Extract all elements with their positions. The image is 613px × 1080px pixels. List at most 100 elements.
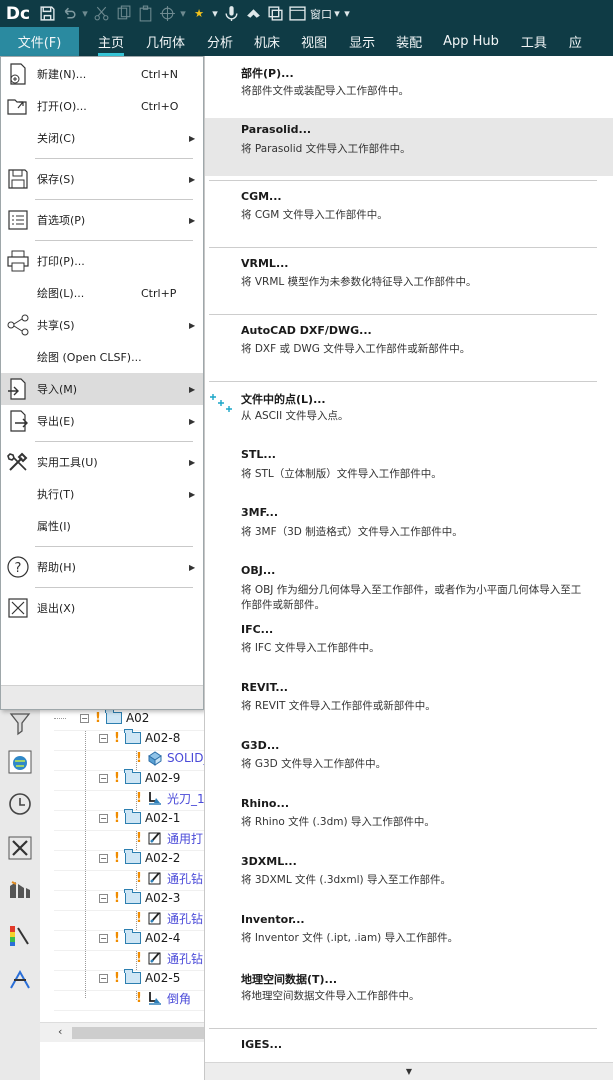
tab-assembly[interactable]: 装配 <box>396 27 422 56</box>
chevron-down-icon[interactable]: ▾ <box>80 0 90 27</box>
import-item-3dxml[interactable]: 3DXML... 将 3DXML 文件 (.3dxml) 导入至工作部件。 <box>205 851 613 907</box>
import-item-ifc[interactable]: IFC... 将 IFC 文件导入工作部件中。 <box>205 619 613 675</box>
tree-node-group[interactable]: − ! A02-9 <box>99 768 180 788</box>
tab-application[interactable]: 应 <box>569 27 582 56</box>
menu-item-plot[interactable]: 绘图(L)... Ctrl+P <box>1 277 203 309</box>
import-item-geospatial[interactable]: 地理空间数据(T)... 将地理空间数据文件导入工作部件中。 <box>205 967 613 1027</box>
menu-item-plot-clsf[interactable]: 绘图 (Open CLSF)... <box>1 341 203 373</box>
collapse-toggle[interactable]: − <box>99 853 108 863</box>
menu-item-import[interactable]: 导入(M) ▶ <box>1 373 203 405</box>
operation-navigator-icon[interactable] <box>6 876 34 904</box>
tree-node-group[interactable]: − ! A02-1 <box>99 808 180 828</box>
folder-icon <box>124 929 141 944</box>
tree-node-group[interactable]: − ! A02-4 <box>99 928 180 948</box>
menu-item-properties[interactable]: 属性(I) <box>1 510 203 542</box>
tree-node-group[interactable]: − ! A02-5 <box>99 968 180 988</box>
snap-icon[interactable] <box>156 0 178 27</box>
chevron-down-icon[interactable]: ▾ <box>332 0 342 27</box>
copy-icon[interactable] <box>112 0 134 27</box>
tree-node-operation[interactable]: ! 通孔钻 <box>136 868 203 888</box>
menu-item-save[interactable]: 保存(S) ▶ <box>1 163 203 195</box>
filter-icon[interactable] <box>6 710 34 738</box>
import-item-desc: 将 REVIT 文件导入工作部件或新部件中。 <box>241 700 436 712</box>
save-icon[interactable] <box>36 0 58 27</box>
tab-display[interactable]: 显示 <box>349 27 375 56</box>
import-item-stl[interactable]: STL... 将 STL（立体制版）文件导入工作部件中。 <box>205 441 613 497</box>
collapse-toggle[interactable]: − <box>99 813 108 823</box>
scroll-left-icon[interactable]: ‹ <box>58 1025 62 1038</box>
window-menu-label[interactable]: 窗口 <box>310 6 332 22</box>
star-icon[interactable]: ★ <box>188 0 210 27</box>
window-switch-icon[interactable] <box>264 0 286 27</box>
feature-tool-icon[interactable] <box>6 966 34 994</box>
collapse-toggle[interactable]: − <box>99 733 108 743</box>
cut-icon[interactable] <box>90 0 112 27</box>
paste-icon[interactable] <box>134 0 156 27</box>
menu-scroll-down[interactable]: ▼ <box>205 1062 613 1080</box>
collapse-toggle[interactable]: − <box>99 973 108 983</box>
import-item-title: Rhino... <box>241 797 289 810</box>
tree-node-operation[interactable]: ! 通孔钻 <box>136 948 203 968</box>
import-item-cgm[interactable]: CGM... 将 CGM 文件导入工作部件中。 <box>205 182 613 246</box>
tree-node-operation[interactable]: ! 通孔钻 <box>136 908 203 928</box>
undo-icon[interactable] <box>58 0 80 27</box>
menu-item-exit[interactable]: 退出(X) <box>1 592 203 624</box>
ribbon-tab-bar: 文件(F) 主页 几何体 分析 机床 视图 显示 装配 App Hub 工具 应 <box>0 27 613 56</box>
import-item-rhino[interactable]: Rhino... 将 Rhino 文件 (.3dm) 导入工作部件中。 <box>205 793 613 849</box>
tree-node-group[interactable]: − ! A02-8 <box>99 728 180 748</box>
command-finder-icon[interactable] <box>242 0 264 27</box>
web-browser-icon[interactable] <box>6 748 34 776</box>
tree-node-group[interactable]: − ! A02-3 <box>99 888 180 908</box>
tree-node-group[interactable]: − ! A02-2 <box>99 848 180 868</box>
tab-machine[interactable]: 机床 <box>254 27 280 56</box>
import-item-inventor[interactable]: Inventor... 将 Inventor 文件 (.ipt, .iam) 导… <box>205 909 613 965</box>
tab-analysis[interactable]: 分析 <box>207 27 233 56</box>
tab-view[interactable]: 视图 <box>301 27 327 56</box>
tree-node-operation[interactable]: ! SOLID_ <box>136 748 209 768</box>
menu-item-utilities[interactable]: 实用工具(U) ▶ <box>1 446 203 478</box>
window-icon[interactable] <box>286 0 308 27</box>
menu-item-execute[interactable]: 执行(T) ▶ <box>1 478 203 510</box>
menu-item-export[interactable]: 导出(E) ▶ <box>1 405 203 437</box>
import-item-g3d[interactable]: G3D... 将 G3D 文件导入工作部件中。 <box>205 735 613 791</box>
tab-file[interactable]: 文件(F) <box>0 27 79 56</box>
import-item-parasolid[interactable]: Parasolid... 将 Parasolid 文件导入工作部件中。 <box>205 118 613 176</box>
chevron-down-icon[interactable]: ▾ <box>210 0 220 27</box>
menu-item-print[interactable]: 打印(P)... <box>1 245 203 277</box>
tab-tools[interactable]: 工具 <box>521 27 547 56</box>
color-map-icon[interactable] <box>6 922 34 950</box>
collapse-toggle[interactable]: − <box>99 933 108 943</box>
tree-node-operation[interactable]: ! 光刀_1 <box>136 788 205 808</box>
history-icon[interactable] <box>6 790 34 818</box>
menu-item-share[interactable]: 共享(S) ▶ <box>1 309 203 341</box>
machine-tool-navigator-icon[interactable] <box>6 834 34 862</box>
chevron-down-icon[interactable]: ▾ <box>342 0 352 27</box>
import-item-iges[interactable]: IGES... <box>205 1030 613 1062</box>
menu-item-close[interactable]: 关闭(C) ▶ <box>1 122 203 154</box>
tab-app-hub[interactable]: App Hub <box>443 27 499 56</box>
collapse-toggle[interactable]: − <box>99 773 108 783</box>
import-item-obj[interactable]: OBJ... 将 OBJ 作为细分几何体导入至工作部件，或者作为小平面几何体导入… <box>205 557 613 619</box>
menu-item-open[interactable]: 打开(O)... Ctrl+O <box>1 90 203 122</box>
collapse-toggle[interactable]: − <box>80 713 89 723</box>
scroll-thumb[interactable] <box>72 1027 204 1039</box>
menu-item-preferences[interactable]: 首选项(P) ▶ <box>1 204 203 236</box>
tree-node-operation[interactable]: ! 通用打 <box>136 828 203 848</box>
import-item-points-from-file[interactable]: 文件中的点(L)... 从 ASCII 文件导入点。 <box>205 383 613 439</box>
tree-horizontal-scrollbar[interactable]: ‹ <box>40 1022 204 1042</box>
import-item-autocad[interactable]: AutoCAD DXF/DWG... 将 DXF 或 DWG 文件导入工作部件或… <box>205 316 613 380</box>
import-item-revit[interactable]: REVIT... 将 REVIT 文件导入工作部件或新部件中。 <box>205 677 613 733</box>
menu-item-help[interactable]: ? 帮助(H) ▶ <box>1 551 203 583</box>
import-item-vrml[interactable]: VRML... 将 VRML 模型作为未参数化特征导入工作部件中。 <box>205 249 613 313</box>
tab-geometry[interactable]: 几何体 <box>146 27 185 56</box>
import-item-desc: 将 Rhino 文件 (.3dm) 导入工作部件中。 <box>241 816 435 828</box>
import-item-part[interactable]: 部件(P)... 将部件文件或装配导入工作部件中。 <box>205 56 613 116</box>
import-item-3mf[interactable]: 3MF... 将 3MF（3D 制造格式）文件导入工作部件中。 <box>205 499 613 555</box>
tree-node-operation[interactable]: ! 倒角 <box>136 988 191 1008</box>
tree-node-group[interactable]: − ! A02 <box>80 708 149 728</box>
microphone-icon[interactable] <box>220 0 242 27</box>
tab-home[interactable]: 主页 <box>98 27 125 56</box>
collapse-toggle[interactable]: − <box>99 893 108 903</box>
chevron-down-icon[interactable]: ▾ <box>178 0 188 27</box>
menu-item-new[interactable]: 新建(N)... Ctrl+N <box>1 58 203 90</box>
